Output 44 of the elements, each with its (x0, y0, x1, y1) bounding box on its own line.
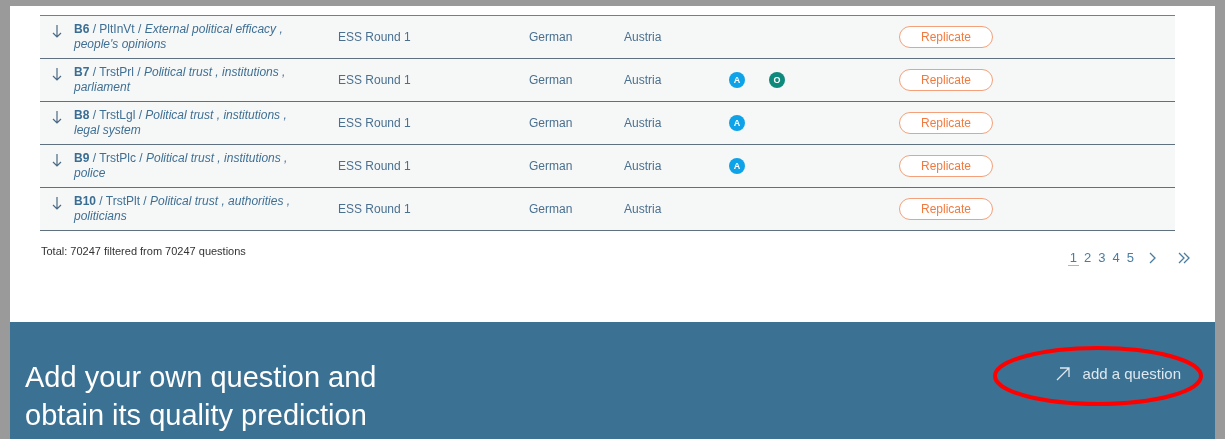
status-badge: A (729, 158, 745, 174)
arrow-up-right-icon (1054, 365, 1071, 382)
language: German (529, 202, 574, 216)
page-link[interactable]: 5 (1124, 250, 1136, 266)
arrow-down-icon[interactable] (52, 110, 62, 124)
status-badge: O (769, 72, 785, 88)
study-name: ESS Round 1 (338, 159, 412, 173)
country: Austria (624, 30, 663, 44)
page-link[interactable]: 4 (1110, 250, 1122, 266)
replicate-button[interactable]: Replicate (899, 198, 993, 220)
page-link[interactable]: 1 (1067, 250, 1080, 266)
page-link[interactable]: 2 (1082, 250, 1094, 266)
study-name: ESS Round 1 (338, 30, 412, 44)
question-title: B10 / TrstPlt / Political trust , authorities , politicians (74, 194, 292, 224)
country: Austria (624, 159, 663, 173)
replicate-button[interactable]: Replicate (899, 112, 993, 134)
page-link[interactable]: 3 (1096, 250, 1108, 266)
question-title: B8 / TrstLgl / Political trust , institutions , legal system (74, 108, 288, 138)
footer-heading: Add your own question and obtain its quality prediction (25, 360, 378, 433)
status-badge: A (729, 72, 745, 88)
replicate-button[interactable]: Replicate (899, 26, 993, 48)
study-name: ESS Round 1 (338, 202, 412, 216)
question-title: B9 / TrstPlc / Political trust , institutions , police (74, 151, 289, 181)
next-page-icon[interactable] (1149, 252, 1157, 264)
language: German (529, 30, 574, 44)
arrow-down-icon[interactable] (52, 153, 62, 167)
question-title: B6 / PltInVt / External political efficacy , people's opinions (74, 22, 284, 52)
status-badge: A (729, 115, 745, 131)
last-page-icon[interactable] (1178, 252, 1190, 264)
country: Austria (624, 73, 663, 87)
study-name: ESS Round 1 (338, 116, 412, 130)
arrow-down-icon[interactable] (52, 24, 62, 38)
question-title: B7 / TrstPrl / Political trust , institutions , parliament (74, 65, 287, 95)
arrow-down-icon[interactable] (52, 196, 62, 210)
replicate-button[interactable]: Replicate (899, 69, 993, 91)
language: German (529, 116, 574, 130)
total-count: Total: 70247 filtered from 70247 questions (41, 245, 246, 259)
country: Austria (624, 116, 663, 130)
language: German (529, 159, 574, 173)
language: German (529, 73, 574, 87)
replicate-button[interactable]: Replicate (899, 155, 993, 177)
study-name: ESS Round 1 (338, 73, 412, 87)
arrow-down-icon[interactable] (52, 67, 62, 81)
country: Austria (624, 202, 663, 216)
